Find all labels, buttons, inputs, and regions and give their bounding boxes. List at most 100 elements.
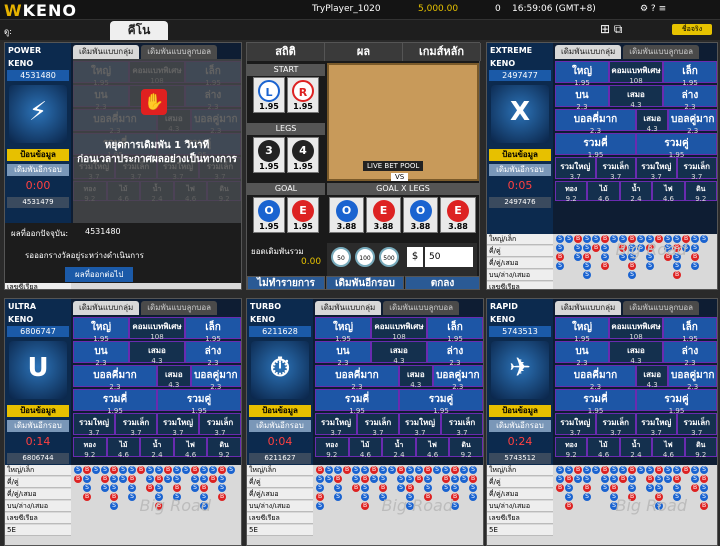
prev-round-id[interactable]: 6211627 — [249, 453, 311, 464]
bet-element-wood[interactable]: ไม้4.6 — [587, 437, 620, 459]
add-window-icon[interactable]: ⊞ ⧉ — [600, 22, 622, 37]
bet-element-water[interactable]: น้ำ2.4 — [619, 181, 653, 203]
bet-sum-odd[interactable]: รวมคี่1.95 — [555, 389, 636, 415]
rebet-button[interactable]: เดิมพันอีกรอบ — [7, 420, 69, 432]
bet-big[interactable]: ใหญ่1.95 — [555, 61, 609, 87]
settings-icon[interactable]: ⚙ ? ≡ — [640, 4, 666, 14]
info-button[interactable]: ป้อนข้อมูล — [7, 149, 69, 161]
tab-ball-bet[interactable]: เดิมพันแบบลูกบอล — [623, 45, 700, 59]
bet-sub-3[interactable]: รวมเล็ก3.7 — [676, 413, 717, 437]
bet-tie2[interactable]: เสมอ4.3 — [636, 365, 669, 389]
no-action-button[interactable]: ไม่ทำรายการ — [247, 276, 325, 290]
goal-e-bet[interactable]: E 1.95 — [287, 197, 319, 233]
bet-element-earth[interactable]: ดิน9.2 — [684, 181, 717, 203]
tab-ball-bet[interactable]: เดิมพันแบบลูกบอล — [383, 301, 460, 315]
bet-element-wood[interactable]: ไม้4.6 — [348, 437, 383, 459]
goal-o-bet[interactable]: O 1.95 — [253, 197, 285, 233]
prev-round-id[interactable]: 4531479 — [7, 197, 69, 208]
bet-up[interactable]: บน2.3 — [315, 341, 371, 367]
bet-down[interactable]: ล่าง2.3 — [663, 341, 717, 367]
bet-sub-3[interactable]: รวมเล็ก3.7 — [676, 157, 717, 181]
bet-tie2[interactable]: เสมอ4.3 — [157, 365, 191, 389]
realname-button[interactable]: ชื่อจริง — [672, 24, 712, 35]
legs-3-bet[interactable]: 3 1.95 — [253, 137, 285, 173]
bet-sub-2[interactable]: รวมใหญ่3.7 — [636, 413, 677, 437]
bet-sub-1[interactable]: รวมเล็ก3.7 — [115, 413, 157, 437]
bet-small[interactable]: เล็ก1.95 — [663, 317, 717, 343]
bet-element-fire[interactable]: ไฟ4.6 — [173, 437, 208, 459]
bet-sub-0[interactable]: รวมใหญ่3.7 — [73, 413, 115, 437]
rebet-button[interactable]: เดิมพันอีกรอบ — [489, 164, 551, 176]
goalx-2-bet[interactable]: E 3.88 — [366, 197, 401, 233]
goalx-1-bet[interactable]: O 3.88 — [329, 197, 364, 233]
bet-down[interactable]: ล่าง2.3 — [427, 341, 483, 367]
bet-element-wood[interactable]: ไม้4.6 — [106, 437, 141, 459]
bet-sub-1[interactable]: รวมเล็ก3.7 — [357, 413, 399, 437]
bet-odd-many[interactable]: บอลคี่มาก2.3 — [555, 109, 636, 135]
bet-sum-odd[interactable]: รวมคี่1.95 — [315, 389, 399, 415]
bet-big[interactable]: ใหญ่1.95 — [555, 317, 609, 343]
bet-combo[interactable]: คอมแบทพิเศษ108 — [371, 317, 427, 341]
tab-group-bet[interactable]: เดิมพันแบบกลุ่ม — [315, 301, 382, 315]
amount-input[interactable]: 50 — [425, 247, 473, 267]
bet-even-many[interactable]: บอลคู่มาก2.3 — [432, 365, 483, 391]
bet-tie2[interactable]: เสมอ4.3 — [636, 109, 669, 133]
goalx-3-bet[interactable]: O 3.88 — [403, 197, 438, 233]
bet-up[interactable]: บน2.3 — [555, 85, 609, 111]
rebet-button[interactable]: เดิมพันอีกรอบ — [249, 420, 311, 432]
bet-element-water[interactable]: น้ำ2.4 — [382, 437, 416, 459]
chip-100[interactable]: 100 — [355, 247, 375, 267]
bet-element-fire[interactable]: ไฟ4.6 — [652, 181, 685, 203]
bet-element-fire[interactable]: ไฟ4.6 — [415, 437, 450, 459]
bet-element-gold[interactable]: ทอง9.2 — [555, 437, 588, 459]
bet-tie[interactable]: เสมอ4.3 — [129, 341, 185, 365]
tab-group-bet[interactable]: เดิมพันแบบกลุ่ม — [73, 301, 140, 315]
goalx-4-bet[interactable]: E 3.88 — [440, 197, 476, 233]
bet-sum-even[interactable]: รวมคู่1.95 — [157, 389, 241, 415]
bet-even-many[interactable]: บอลคู่มาก2.3 — [668, 365, 717, 391]
rebet-button[interactable]: เดิมพันอีกรอบ — [7, 164, 69, 176]
bet-element-water[interactable]: น้ำ2.4 — [619, 437, 653, 459]
bet-sum-even[interactable]: รวมคู่1.95 — [636, 133, 717, 159]
prev-round-id[interactable]: 6806744 — [7, 453, 69, 464]
chip-50[interactable]: 50 — [331, 247, 351, 267]
rebet-button[interactable]: เดิมพันอีกรอบ — [326, 276, 404, 290]
confirm-button[interactable]: ตกลง — [405, 276, 480, 290]
bet-element-gold[interactable]: ทอง9.2 — [73, 437, 107, 459]
bet-sum-even[interactable]: รวมคู่1.95 — [636, 389, 717, 415]
start-r-bet[interactable]: R 1.95 — [287, 77, 319, 113]
bet-element-wood[interactable]: ไม้4.6 — [587, 181, 620, 203]
bet-element-fire[interactable]: ไฟ4.6 — [652, 437, 685, 459]
bet-tie[interactable]: เสมอ4.3 — [371, 341, 427, 365]
bet-sum-odd[interactable]: รวมคี่1.95 — [73, 389, 157, 415]
bet-up[interactable]: บน2.3 — [555, 341, 609, 367]
bet-sub-1[interactable]: รวมเล็ก3.7 — [595, 157, 636, 181]
bet-sub-2[interactable]: รวมใหญ่3.7 — [157, 413, 199, 437]
bet-tie[interactable]: เสมอ4.3 — [609, 341, 663, 365]
bet-element-earth[interactable]: ดิน9.2 — [684, 437, 717, 459]
prev-round-id[interactable]: 5743512 — [489, 453, 551, 464]
bet-small[interactable]: เล็ก1.95 — [663, 61, 717, 87]
bet-big[interactable]: ใหญ่1.95 — [73, 317, 129, 343]
bet-combo[interactable]: คอมแบทพิเศษ108 — [609, 317, 663, 341]
bet-up[interactable]: บน2.3 — [73, 341, 129, 367]
tab-stats[interactable]: สถิติ — [247, 43, 325, 61]
tab-ball-bet[interactable]: เดิมพันแบบลูกบอล — [623, 301, 700, 315]
bet-small[interactable]: เล็ก1.95 — [427, 317, 483, 343]
bet-odd-many[interactable]: บอลคี่มาก2.3 — [73, 365, 157, 391]
tab-keno[interactable]: คีโน — [110, 21, 168, 40]
chip-500[interactable]: 500 — [379, 247, 399, 267]
bet-sub-3[interactable]: รวมเล็ก3.7 — [199, 413, 241, 437]
bet-sub-0[interactable]: รวมใหญ่3.7 — [555, 157, 596, 181]
bet-sub-3[interactable]: รวมเล็ก3.7 — [441, 413, 483, 437]
tab-group-bet[interactable]: เดิมพันแบบกลุ่ม — [73, 45, 140, 59]
bet-element-gold[interactable]: ทอง9.2 — [555, 181, 588, 203]
bet-element-earth[interactable]: ดิน9.2 — [207, 437, 241, 459]
bet-small[interactable]: เล็ก1.95 — [185, 317, 241, 343]
info-button[interactable]: ป้อนข้อมูล — [489, 405, 551, 417]
bet-sum-odd[interactable]: รวมคี่1.95 — [555, 133, 636, 159]
bet-sub-0[interactable]: รวมใหญ่3.7 — [315, 413, 357, 437]
bet-sub-0[interactable]: รวมใหญ่3.7 — [555, 413, 596, 437]
legs-4-bet[interactable]: 4 1.95 — [287, 137, 319, 173]
bet-sub-2[interactable]: รวมใหญ่3.7 — [399, 413, 441, 437]
